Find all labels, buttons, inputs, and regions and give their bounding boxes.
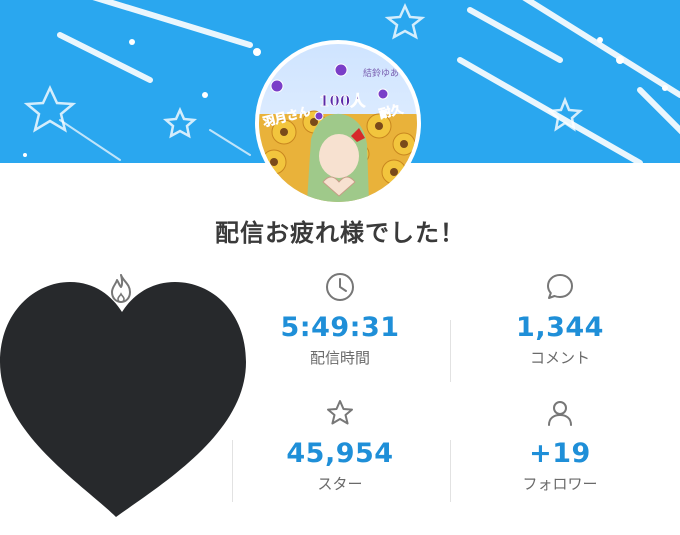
stream-time-label: 配信時間 (309, 349, 370, 367)
svg-text:結鈴ゆあ: 結鈴ゆあ (363, 67, 399, 79)
star-icon (327, 400, 353, 425)
stat-stars: 45,954 スター (240, 398, 440, 494)
stream-avatar: 結鈴ゆあ 羽月さん 100人 耐久 (259, 44, 417, 202)
stat-followers: +19 フォロワー (460, 398, 660, 494)
stream-time-value: 5:49:31 (280, 312, 400, 343)
stars-value: 45,954 (286, 438, 394, 469)
stat-comments: 1,344 コメント (460, 272, 660, 368)
clock-icon (326, 273, 354, 301)
page-title: 配信お疲れ様でした！ (215, 219, 465, 247)
divider-top (450, 320, 451, 382)
redaction-heart (0, 282, 246, 517)
comments-value: 1,344 (516, 312, 604, 343)
stat-stream-time: 5:49:31 配信時間 (240, 272, 440, 368)
svg-text:100人: 100人 (319, 92, 366, 110)
comment-icon (547, 274, 573, 299)
followers-value: +19 (529, 438, 591, 469)
stars-label: スター (317, 475, 363, 493)
person-icon (548, 401, 572, 426)
avatar-image: 結鈴ゆあ 羽月さん 100人 耐久 (259, 44, 417, 202)
divider-bottom-right (450, 440, 451, 502)
comments-label: コメント (529, 349, 590, 367)
followers-label: フォロワー (522, 475, 598, 493)
